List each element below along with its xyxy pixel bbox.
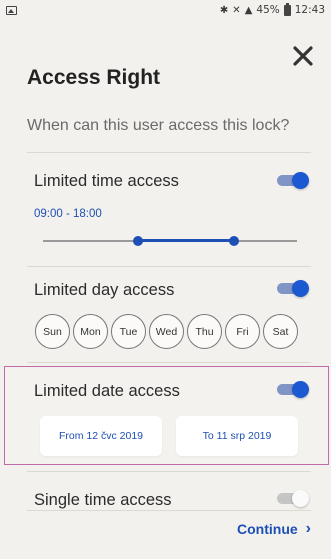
divider xyxy=(27,266,311,267)
signal-icon: ▲ xyxy=(244,4,253,16)
toggle-knob xyxy=(292,381,309,398)
toggle-knob xyxy=(292,490,309,507)
time-range-slider[interactable] xyxy=(43,234,297,248)
slider-end-handle[interactable] xyxy=(228,236,239,246)
gallery-notification-icon xyxy=(6,5,17,15)
battery-icon xyxy=(283,2,291,16)
toggle-knob xyxy=(292,280,309,297)
single-time-label: Single time access xyxy=(34,491,172,509)
mute-icon: ✕ xyxy=(232,4,241,16)
day-fri-button[interactable]: Fri xyxy=(225,314,260,349)
limited-day-label: Limited day access xyxy=(34,281,175,299)
single-time-toggle[interactable] xyxy=(277,489,309,507)
divider xyxy=(27,152,311,153)
status-bar: ✱ ✕ ▲ 45% 12:43 xyxy=(0,0,331,20)
limited-day-toggle[interactable] xyxy=(277,279,309,297)
day-wed-button[interactable]: Wed xyxy=(149,314,184,349)
day-mon-button[interactable]: Mon xyxy=(73,314,108,349)
continue-button[interactable]: Continue › xyxy=(237,520,311,538)
date-to-button[interactable]: To 11 srp 2019 xyxy=(176,416,298,456)
bluetooth-icon: ✱ xyxy=(219,4,229,16)
battery-percent: 45% xyxy=(256,4,280,16)
day-sun-button[interactable]: Sun xyxy=(35,314,70,349)
continue-label: Continue xyxy=(237,521,298,537)
page-title: Access Right xyxy=(27,66,161,89)
time-range-text: 09:00 - 18:00 xyxy=(34,208,102,220)
close-icon xyxy=(293,46,313,66)
slider-start-handle[interactable] xyxy=(133,236,144,246)
day-selector: Sun Mon Tue Wed Thu Fri Sat xyxy=(35,314,298,349)
limited-date-label: Limited date access xyxy=(34,382,180,400)
divider xyxy=(27,471,311,472)
divider xyxy=(27,362,311,363)
limited-date-toggle[interactable] xyxy=(277,380,309,398)
limited-time-toggle[interactable] xyxy=(277,171,309,189)
page-subtitle: When can this user access this lock? xyxy=(27,117,290,134)
day-sat-button[interactable]: Sat xyxy=(263,314,298,349)
day-tue-button[interactable]: Tue xyxy=(111,314,146,349)
divider xyxy=(27,510,311,511)
toggle-knob xyxy=(292,172,309,189)
limited-time-label: Limited time access xyxy=(34,172,179,190)
close-button[interactable] xyxy=(291,44,315,68)
day-thu-button[interactable]: Thu xyxy=(187,314,222,349)
clock: 12:43 xyxy=(294,4,325,16)
chevron-right-icon: › xyxy=(305,520,311,537)
slider-fill xyxy=(138,239,234,242)
date-from-button[interactable]: From 12 čvc 2019 xyxy=(40,416,162,456)
